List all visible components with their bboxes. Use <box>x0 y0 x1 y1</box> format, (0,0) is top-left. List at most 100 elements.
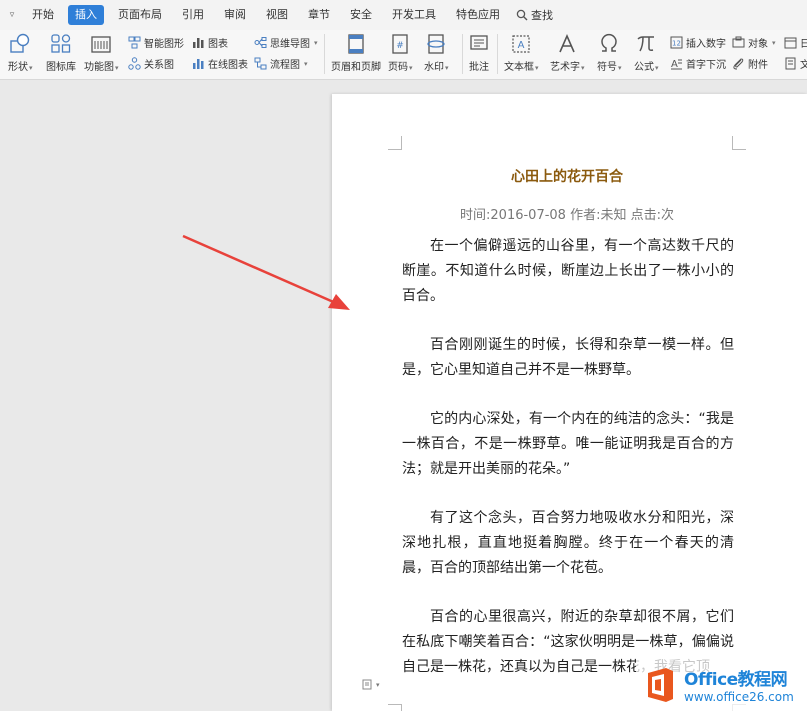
page-number-icon: # <box>392 34 408 54</box>
comment-button[interactable]: 批注 <box>467 32 491 73</box>
menu-section[interactable]: 章节 <box>298 5 340 25</box>
chevron-down-icon: ▾ <box>409 64 413 72</box>
paragraph: 有了这个念头，百合努力地吸收水分和阳光，深深地扎根，直直地挺着胸膛。终于在一个春… <box>402 510 734 576</box>
paragraph: 它的内心深处，有一个内在的纯洁的念头：“我是一株百合，不是一株野草。唯一能证明我… <box>402 411 734 477</box>
document-title: 心田上的花开百合 <box>511 169 623 185</box>
drop-cap-icon: A <box>671 59 682 70</box>
svg-text:A: A <box>518 40 525 51</box>
menu-insert[interactable]: 插入 <box>68 5 104 25</box>
menu-features[interactable]: 特色应用 <box>446 5 510 25</box>
page-number-label: 页码 <box>388 62 408 73</box>
online-chart-label: 在线图表 <box>208 60 248 71</box>
comment-icon <box>470 35 488 50</box>
menu-security[interactable]: 安全 <box>340 5 382 25</box>
mind-map-icon <box>254 37 267 48</box>
object-label: 对象 <box>748 39 768 50</box>
art-text-icon <box>559 34 575 53</box>
art-text-label: 艺术字 <box>550 62 580 73</box>
pi-formula-icon <box>637 36 655 52</box>
site-watermark-logo: Office教程网 www.office26.com <box>636 658 807 711</box>
comment-label: 批注 <box>469 62 489 73</box>
menu-developer[interactable]: 开发工具 <box>382 5 446 25</box>
document-button[interactable]: 文 <box>784 56 807 71</box>
document-meta: 时间:2016-07-08 作者:未知 点击:次 <box>460 208 674 223</box>
chevron-down-icon: ▾ <box>772 38 776 47</box>
document-body[interactable]: 在一个偏僻遥远的山谷里，有一个高达数千尺的断崖。不知道什么时候，断崖边上长出了一… <box>402 234 734 704</box>
formula-button[interactable]: 公式▾ <box>634 32 659 73</box>
mind-map-label: 思维导图 <box>270 39 310 50</box>
page-number-button[interactable]: # 页码▾ <box>388 32 413 73</box>
shape-label: 形状 <box>8 62 28 73</box>
document-page[interactable]: 心田上的花开百合 时间:2016-07-08 作者:未知 点击:次 在一个偏僻遥… <box>332 94 807 711</box>
header-footer-label: 页眉和页脚 <box>331 62 381 73</box>
date-button[interactable]: 日 <box>784 35 807 50</box>
text-box-icon: A <box>512 35 530 53</box>
symbol-label: 符号 <box>597 62 617 73</box>
smart-art-button[interactable]: 智能图形 <box>128 35 184 50</box>
chevron-down-icon: ▾ <box>304 59 308 68</box>
formula-label: 公式 <box>634 62 654 73</box>
menu-view[interactable]: 视图 <box>256 5 298 25</box>
watermark-url: www.office26.com <box>684 690 794 704</box>
watermark-brand: Office教程网 <box>684 670 788 690</box>
mind-map-button[interactable]: 思维导图 ▾ <box>254 35 318 50</box>
smart-art-icon <box>128 36 141 49</box>
flow-chart-label: 流程图 <box>270 60 300 71</box>
relation-chart-button[interactable]: 关系图 <box>128 56 174 71</box>
menu-home[interactable]: 开始 <box>22 5 64 25</box>
chevron-down-icon: ▾ <box>445 64 449 72</box>
watermark-label: 水印 <box>424 62 444 73</box>
calendar-icon <box>784 37 797 49</box>
online-chart-icon <box>193 59 204 69</box>
drop-cap-button[interactable]: A 首字下沉 <box>670 56 726 71</box>
function-chart-label: 功能图 <box>84 62 114 73</box>
chart-button[interactable]: 图表 <box>192 35 228 50</box>
chart-label: 图表 <box>208 39 228 50</box>
margin-corner-mark <box>732 136 746 150</box>
chevron-down-icon: ▾ <box>535 64 539 72</box>
object-icon <box>732 36 745 48</box>
attachment-label: 附件 <box>748 60 768 71</box>
attachment-button[interactable]: 附件 <box>732 56 768 71</box>
function-chart-button[interactable]: 功能图▾ <box>84 32 119 73</box>
chevron-down-icon: ▾ <box>376 680 380 689</box>
page-layout-icon <box>362 679 372 690</box>
icon-library-button[interactable]: 图标库 <box>46 32 76 73</box>
flow-chart-button[interactable]: 流程图 ▾ <box>254 56 308 71</box>
object-button[interactable]: 对象 ▾ <box>732 35 776 50</box>
symbol-button[interactable]: 符号▾ <box>597 32 622 73</box>
header-footer-icon <box>348 34 364 54</box>
chevron-down-icon: ▾ <box>29 64 33 72</box>
chevron-down-icon: ▾ <box>115 64 119 72</box>
document-icon <box>785 57 796 70</box>
icon-library-icon <box>51 34 71 53</box>
insert-number-label: 插入数字 <box>686 39 726 50</box>
relation-icon <box>128 57 141 70</box>
ribbon-divider <box>462 34 463 74</box>
page-layout-toggle[interactable]: ▾ <box>362 679 380 690</box>
svg-text:A: A <box>671 59 678 70</box>
text-box-button[interactable]: A 文本框▾ <box>504 32 539 73</box>
bar-chart-icon <box>193 38 204 48</box>
watermark-button[interactable]: 水印▾ <box>424 32 449 73</box>
margin-corner-mark <box>388 704 402 711</box>
insert-number-button[interactable]: 12 插入数字 <box>670 35 726 50</box>
watermark-icon <box>427 34 445 54</box>
smart-art-label: 智能图形 <box>144 39 184 50</box>
office-logo-icon <box>648 667 673 702</box>
relation-label: 关系图 <box>144 60 174 71</box>
quick-access-chevron-icon[interactable]: ▿ <box>2 10 22 20</box>
art-text-button[interactable]: 艺术字▾ <box>550 32 585 73</box>
menu-search[interactable]: 查找 <box>510 7 553 23</box>
online-chart-button[interactable]: 在线图表 <box>192 56 248 71</box>
chevron-down-icon: ▾ <box>618 64 622 72</box>
paperclip-icon <box>733 58 744 70</box>
shape-button[interactable]: 形状▾ <box>8 32 33 73</box>
menu-reference[interactable]: 引用 <box>172 5 214 25</box>
svg-text:12: 12 <box>672 40 681 48</box>
insert-number-icon: 12 <box>670 36 683 49</box>
menu-review[interactable]: 审阅 <box>214 5 256 25</box>
header-footer-button[interactable]: 页眉和页脚 <box>331 32 381 73</box>
menu-page-layout[interactable]: 页面布局 <box>108 5 172 25</box>
paragraph: 在一个偏僻遥远的山谷里，有一个高达数千尺的断崖。不知道什么时候，断崖边上长出了一… <box>402 238 734 304</box>
